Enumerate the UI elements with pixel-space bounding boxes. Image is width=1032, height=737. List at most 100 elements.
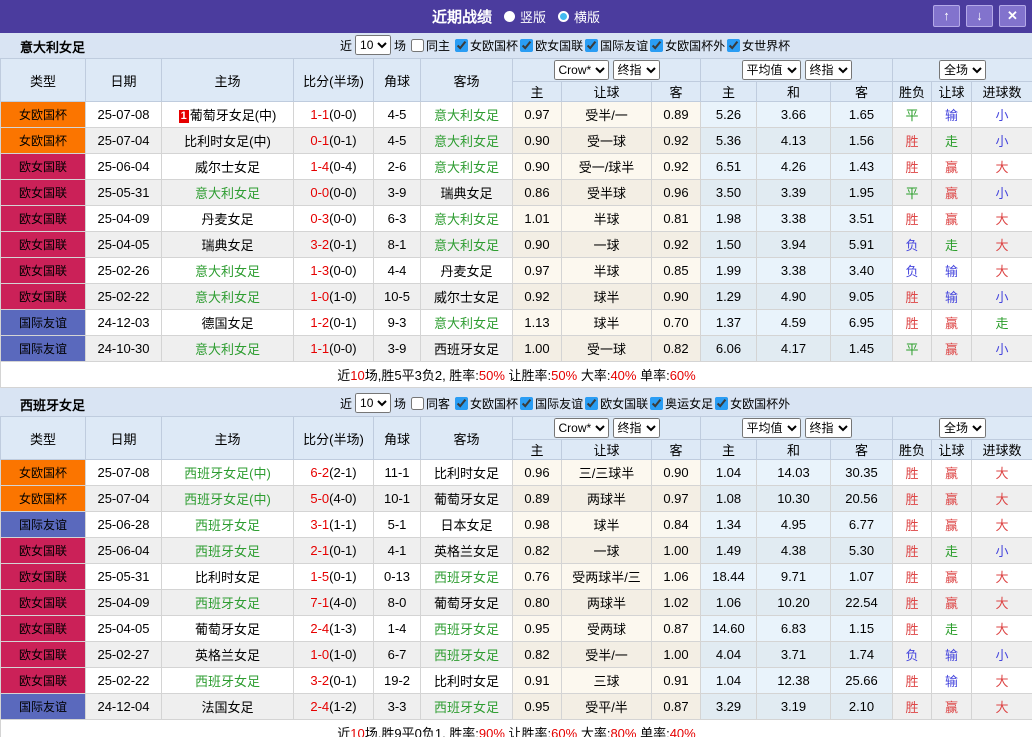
summary-stat-label: 单率: bbox=[636, 368, 670, 383]
close-button[interactable]: ✕ bbox=[999, 5, 1026, 27]
league-filter[interactable]: 女世界杯 bbox=[725, 37, 790, 54]
result-wdl: 胜 bbox=[892, 485, 933, 512]
corner-score: 0-13 bbox=[373, 563, 421, 590]
league-filter[interactable]: 女欧国杯外 bbox=[713, 395, 790, 412]
result-handicap: 走 bbox=[931, 231, 973, 258]
league-checkbox[interactable] bbox=[650, 38, 664, 52]
league-checkbox[interactable] bbox=[585, 396, 599, 410]
avg-source-select[interactable]: 平均值 bbox=[741, 418, 801, 438]
league-checkbox[interactable] bbox=[520, 396, 534, 410]
result-goals: 小 bbox=[971, 127, 1032, 154]
odds-away-value: 0.82 bbox=[651, 335, 701, 362]
league-checkbox[interactable] bbox=[455, 38, 469, 52]
home-team-name: 意大利女足 bbox=[194, 264, 260, 279]
layout-radio-horizontal[interactable]: 横版 bbox=[558, 7, 600, 26]
score-cell: 1-2(0-1) bbox=[293, 309, 374, 336]
odds-source-select[interactable]: Crow* bbox=[553, 418, 609, 438]
col-date: 日期 bbox=[85, 58, 162, 102]
handicap-value: 三/三球半 bbox=[561, 459, 652, 486]
home-team: 西班牙女足(中) bbox=[161, 485, 294, 512]
home-team: 西班牙女足(中) bbox=[161, 459, 294, 486]
league-filter[interactable]: 女欧国杯 bbox=[453, 395, 518, 412]
match-type-badge: 国际友谊 bbox=[0, 309, 86, 336]
fulltime-score: 0-1 bbox=[310, 133, 330, 148]
match-count-select[interactable]: 10 bbox=[355, 393, 392, 413]
move-up-button[interactable]: ↑ bbox=[933, 5, 960, 27]
home-team-name: 葡萄牙女足(中) bbox=[189, 108, 277, 123]
scope-select[interactable]: 全场 bbox=[939, 418, 987, 438]
result-wdl: 胜 bbox=[892, 615, 933, 642]
corner-score: 3-9 bbox=[373, 179, 421, 206]
league-checkbox[interactable] bbox=[455, 396, 469, 410]
league-checkbox[interactable] bbox=[650, 396, 664, 410]
result-wdl: 胜 bbox=[892, 693, 933, 720]
odds-source-select[interactable]: Crow* bbox=[553, 60, 609, 80]
recent-results-panel: 近期战绩 竖版 横版 ↑ ↓ ✕ 意大利女足 近 10 场 同主 女欧国杯 欧女… bbox=[0, 0, 1032, 737]
avg-home-value: 18.44 bbox=[700, 563, 757, 590]
league-label: 女欧国杯 bbox=[470, 38, 519, 53]
league-filter[interactable]: 奥运女足 bbox=[648, 395, 713, 412]
table-row: 欧女国联 25-02-27 英格兰女足 1-0(1-0) 6-7 西班牙女足 0.82 受半/… bbox=[0, 641, 1032, 668]
fulltime-score: 2-4 bbox=[310, 621, 330, 636]
league-checkbox[interactable] bbox=[520, 38, 534, 52]
avg-draw-value: 12.38 bbox=[756, 667, 831, 694]
match-type-badge: 欧女国联 bbox=[0, 563, 86, 590]
summary-stat-value: 10 bbox=[350, 368, 365, 383]
summary-stat-label: 大率: bbox=[577, 726, 611, 737]
layout-radio-vertical[interactable]: 竖版 bbox=[503, 7, 546, 26]
move-down-button[interactable]: ↓ bbox=[966, 5, 993, 27]
league-checkbox[interactable] bbox=[585, 38, 599, 52]
league-filter[interactable]: 国际友谊 bbox=[518, 395, 583, 412]
col-avg-home: 主 bbox=[700, 81, 757, 102]
avg-draw-value: 4.26 bbox=[756, 153, 831, 180]
league-filter[interactable]: 国际友谊 bbox=[583, 37, 648, 54]
table-row: 欧女国联 25-04-09 丹麦女足 0-3(0-0) 6-3 意大利女足 1.01 半球 0.… bbox=[0, 205, 1032, 232]
odds-home-value: 0.90 bbox=[512, 231, 562, 258]
league-filter[interactable]: 欧女国联 bbox=[583, 395, 648, 412]
away-team-name: 威尔士女足 bbox=[433, 290, 499, 305]
col-date: 日期 bbox=[85, 416, 162, 460]
avg-final-select[interactable]: 终指 bbox=[804, 418, 852, 438]
odds-final-select[interactable]: 终指 bbox=[612, 418, 660, 438]
match-type-badge: 国际友谊 bbox=[0, 693, 86, 720]
col-odds-handicap: 让球 bbox=[561, 439, 652, 460]
scope-select[interactable]: 全场 bbox=[939, 60, 987, 80]
halftime-score: (1-2) bbox=[329, 699, 357, 714]
corner-score: 6-7 bbox=[373, 641, 421, 668]
col-odds-home: 主 bbox=[512, 439, 562, 460]
summary-stat-label: 场,胜5平3负2, 胜率: bbox=[364, 368, 479, 383]
results-table: 类型 日期 主场 比分(半场) 角球 客场 Crow*终指 平均值终指 全场 bbox=[0, 416, 1032, 737]
away-team-name: 西班牙女足 bbox=[433, 648, 499, 663]
match-type-badge: 欧女国联 bbox=[0, 537, 86, 564]
avg-source-select[interactable]: 平均值 bbox=[741, 60, 801, 80]
same-venue-filter[interactable]: 同客 bbox=[409, 395, 450, 412]
league-checkbox[interactable] bbox=[727, 38, 741, 52]
league-filter[interactable]: 欧女国联 bbox=[518, 37, 583, 54]
league-label: 欧女国联 bbox=[535, 38, 584, 53]
avg-group-header: 平均值 终指 bbox=[699, 58, 894, 82]
result-handicap: 赢 bbox=[931, 563, 973, 590]
same-venue-filter[interactable]: 同主 bbox=[409, 37, 450, 54]
result-wdl: 胜 bbox=[892, 589, 933, 616]
same-venue-checkbox[interactable] bbox=[411, 38, 425, 52]
same-venue-checkbox[interactable] bbox=[411, 396, 425, 410]
match-count-select[interactable]: 10 bbox=[355, 35, 392, 55]
odds-home-value: 0.97 bbox=[512, 257, 562, 284]
halftime-score: (0-0) bbox=[329, 107, 357, 122]
league-filter[interactable]: 女欧国杯 bbox=[453, 37, 518, 54]
result-wdl: 负 bbox=[892, 257, 933, 284]
avg-draw-value: 4.90 bbox=[756, 283, 831, 310]
league-checkbox[interactable] bbox=[715, 396, 729, 410]
corner-score: 10-1 bbox=[373, 485, 421, 512]
col-avg-draw: 和 bbox=[756, 439, 831, 460]
league-filter[interactable]: 女欧国杯外 bbox=[648, 37, 725, 54]
avg-final-select[interactable]: 终指 bbox=[804, 60, 852, 80]
result-handicap: 赢 bbox=[931, 205, 973, 232]
avg-away-value: 1.15 bbox=[829, 615, 894, 642]
result-goals: 大 bbox=[971, 153, 1032, 180]
odds-final-select[interactable]: 终指 bbox=[612, 60, 660, 80]
home-team: 意大利女足 bbox=[161, 335, 294, 362]
table-row: 欧女国联 25-02-26 意大利女足 1-3(0-0) 4-4 丹麦女足 0.97 半球 0.… bbox=[0, 257, 1032, 284]
corner-score: 19-2 bbox=[373, 667, 421, 694]
odds-away-value: 1.06 bbox=[651, 563, 701, 590]
